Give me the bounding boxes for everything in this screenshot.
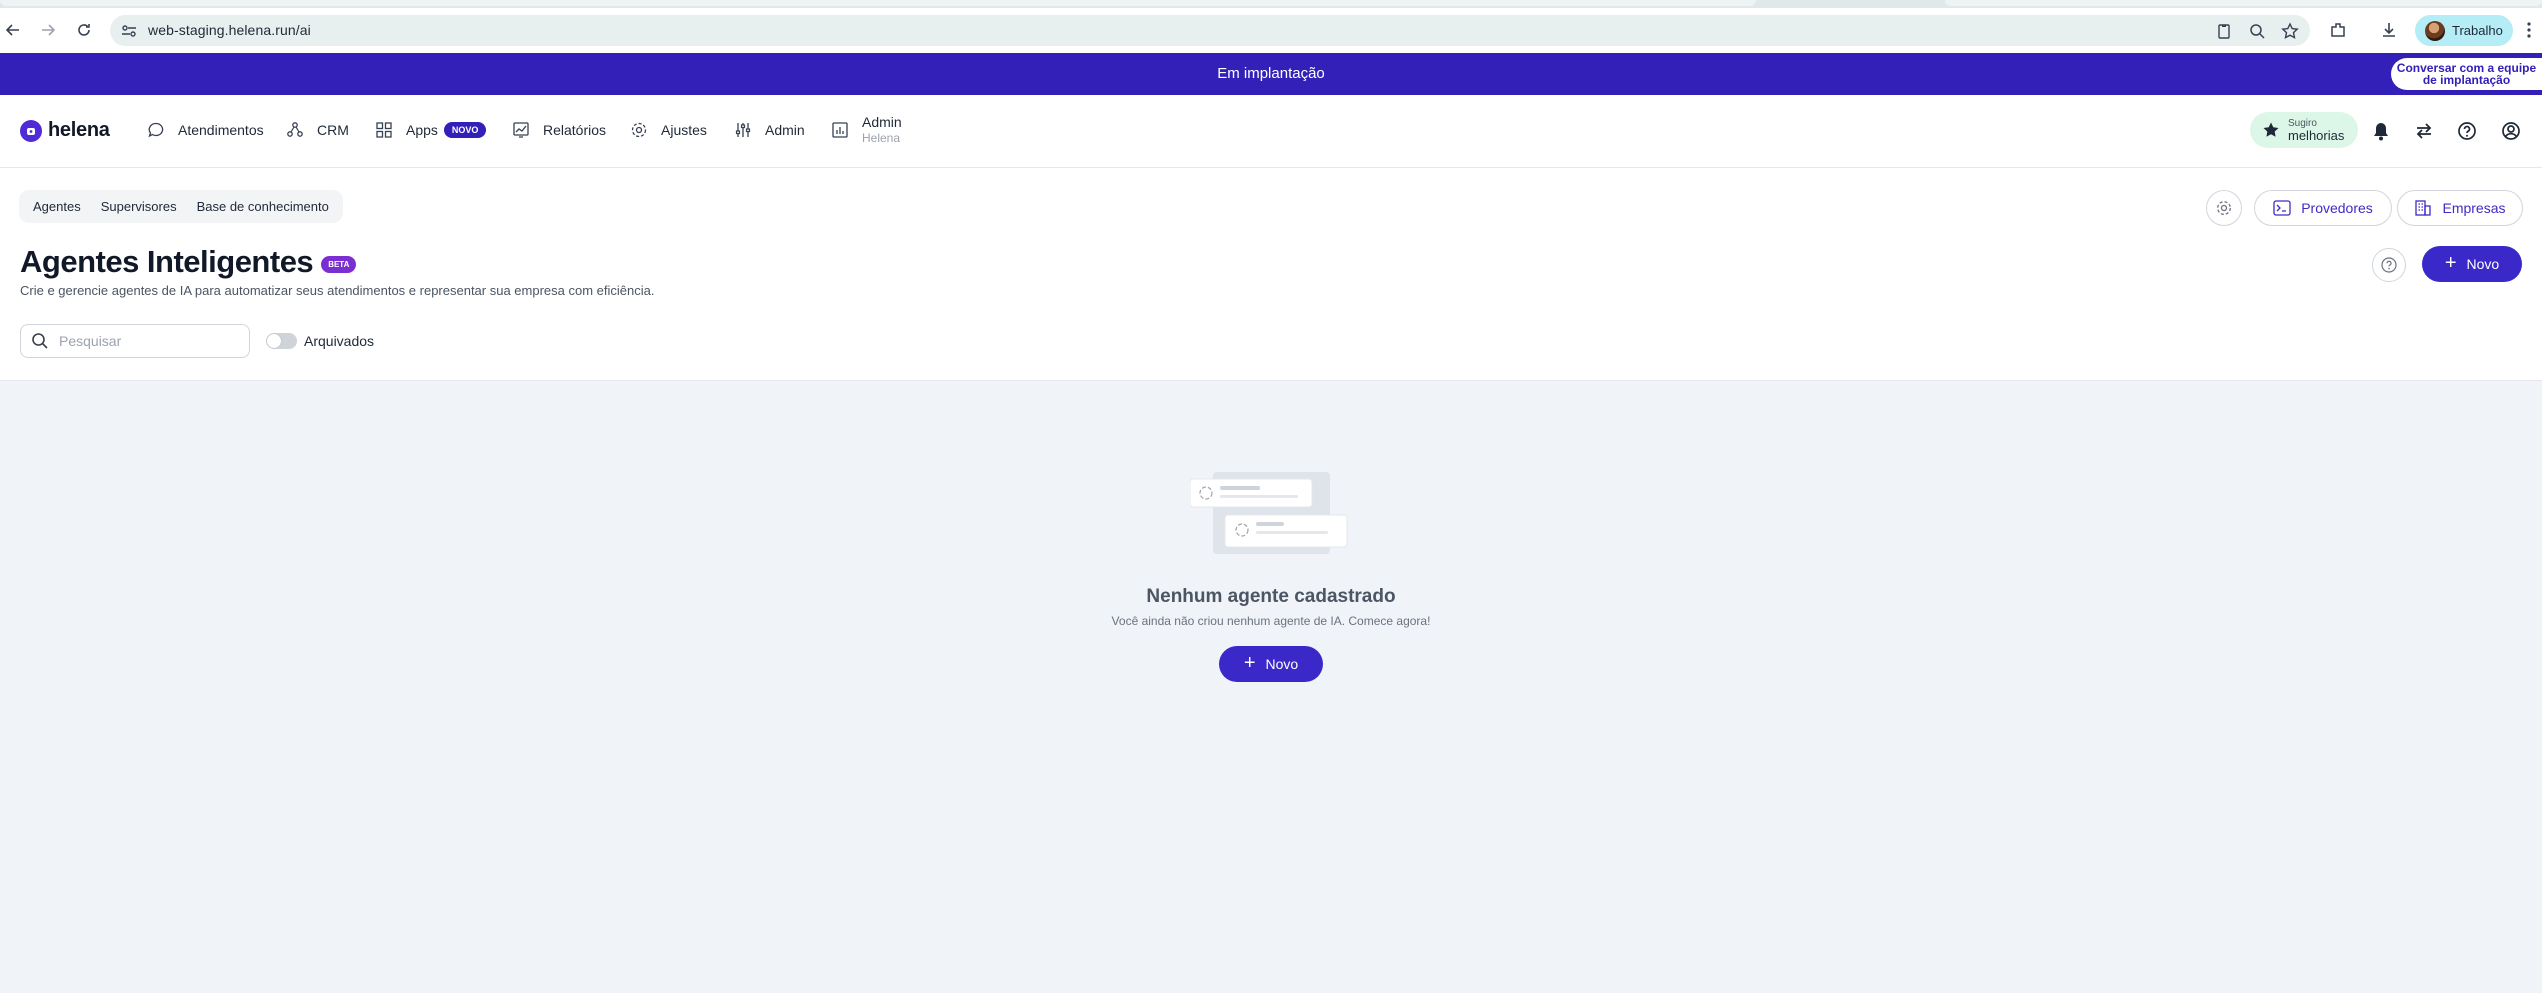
arrow-left-icon — [5, 24, 19, 36]
nav-label: Apps — [406, 122, 438, 138]
nav-label: Ajustes — [661, 122, 707, 138]
empty-state-title: Nenhum agente cadastrado — [1146, 586, 1396, 607]
browser-tab[interactable] — [0, 0, 1756, 6]
content-area: Nenhum agente cadastrado Você ainda não … — [0, 380, 2542, 993]
page-title-row: Agentes Inteligentes BETA — [20, 244, 357, 280]
crm-nodes-icon — [285, 120, 305, 140]
forward-button[interactable] — [37, 19, 59, 41]
new-label: Novo — [1265, 656, 1299, 672]
nav-label: Atendimentos — [178, 122, 264, 138]
zoom-icon[interactable] — [2248, 22, 2266, 40]
bar-chart-icon — [830, 120, 850, 140]
plus-icon: + — [1243, 651, 1256, 674]
chart-icon — [511, 120, 531, 140]
nav-apps[interactable]: Apps NOVO — [374, 117, 487, 143]
toggle-knob — [267, 334, 281, 348]
page-title: Agentes Inteligentes — [20, 244, 314, 279]
empty-new-agent-button[interactable]: + Novo — [1219, 646, 1323, 682]
banner-text: Em implantação — [1217, 65, 1325, 82]
help-icon[interactable] — [2455, 119, 2479, 143]
profile-chip[interactable]: Trabalho — [2415, 15, 2513, 46]
search-box[interactable] — [20, 324, 250, 358]
new-badge: NOVO — [443, 122, 487, 138]
gear-icon — [2217, 201, 2231, 215]
bookmark-star-icon[interactable] — [2281, 22, 2299, 40]
nav-label: Admin — [862, 114, 902, 130]
logo-text: helena — [48, 119, 110, 141]
suggest-improvements-button[interactable]: Sugiro melhorias — [2250, 112, 2358, 148]
app-header: helena Atendimentos CRM Apps NOVO Relató… — [0, 95, 2542, 168]
archived-toggle[interactable] — [266, 333, 297, 349]
providers-button[interactable]: Provedores — [2254, 190, 2392, 226]
reload-button[interactable] — [73, 19, 95, 41]
implantation-banner: Em implantação Conversar com a equipe de… — [0, 53, 2542, 95]
arrow-right-icon — [42, 24, 56, 36]
star-icon — [2262, 121, 2280, 139]
new-label: Novo — [2466, 256, 2500, 272]
companies-button[interactable]: Empresas — [2397, 190, 2523, 226]
gear-icon — [629, 120, 649, 140]
section-tabs: Agentes Supervisores Base de conheciment… — [19, 190, 343, 223]
search-input[interactable] — [59, 333, 229, 349]
switch-arrows-icon[interactable] — [2412, 119, 2436, 143]
profile-name: Trabalho — [2452, 23, 2503, 38]
site-settings-icon[interactable] — [120, 22, 138, 40]
terminal-icon — [2273, 200, 2291, 216]
extensions-icon[interactable] — [2327, 19, 2349, 41]
bell-icon[interactable] — [2369, 119, 2393, 143]
providers-label: Provedores — [2301, 200, 2373, 216]
download-icon[interactable] — [2378, 19, 2400, 41]
empty-list-illustration — [1190, 472, 1348, 554]
user-account-icon[interactable] — [2499, 119, 2523, 143]
tab-supervisores[interactable]: Supervisores — [91, 193, 187, 220]
settings-button[interactable] — [2206, 190, 2242, 226]
talk-to-team-button[interactable]: Conversar com a equipe de implantação — [2391, 58, 2542, 90]
clipboard-icon[interactable] — [2215, 22, 2233, 40]
page-description: Crie e gerencie agentes de IA para autom… — [20, 283, 655, 298]
companies-label: Empresas — [2442, 200, 2506, 216]
search-icon — [31, 332, 49, 350]
browser-toolbar: web-staging.helena.run/ai Trabalho — [0, 8, 2542, 53]
beta-badge: BETA — [321, 255, 357, 273]
question-icon — [2381, 257, 2397, 273]
grid-icon — [374, 120, 394, 140]
empty-state-subtitle: Você ainda não criou nenhum agente de IA… — [1111, 614, 1431, 628]
tab-base-conhecimento[interactable]: Base de conhecimento — [187, 193, 339, 220]
archived-label: Arquivados — [304, 333, 375, 349]
url-text[interactable]: web-staging.helena.run/ai — [148, 22, 311, 38]
more-vert-icon[interactable] — [2518, 19, 2540, 41]
nav-admin[interactable]: Admin — [733, 117, 805, 143]
nav-atendimentos[interactable]: Atendimentos — [146, 117, 264, 143]
nav-sublabel: Helena — [862, 131, 901, 145]
sliders-icon — [733, 120, 753, 140]
back-button[interactable] — [2, 19, 24, 41]
address-bar[interactable]: web-staging.helena.run/ai — [110, 15, 2310, 46]
nav-ajustes[interactable]: Ajustes — [629, 117, 707, 143]
nav-label: CRM — [317, 122, 349, 138]
nav-label: Relatórios — [543, 122, 607, 138]
avatar — [2425, 20, 2445, 41]
browser-tab[interactable] — [1945, 0, 2542, 6]
new-agent-button[interactable]: + Novo — [2422, 246, 2522, 282]
reload-icon — [78, 24, 90, 36]
nav-label: Admin — [765, 122, 805, 138]
plus-icon: + — [2444, 251, 2457, 274]
nav-admin-helena[interactable]: Admin Helena — [830, 113, 902, 147]
chat-bubble-icon — [146, 120, 166, 140]
nav-relatorios[interactable]: Relatórios — [511, 117, 606, 143]
building-icon — [2414, 199, 2432, 217]
logo[interactable]: helena — [20, 119, 110, 142]
nav-crm[interactable]: CRM — [285, 117, 349, 143]
logo-mark-icon — [20, 119, 42, 142]
page-help-button[interactable] — [2372, 248, 2406, 282]
suggest-line2: melhorias — [2288, 128, 2345, 143]
browser-tab-strip — [0, 0, 2542, 8]
tab-agentes[interactable]: Agentes — [23, 193, 91, 220]
